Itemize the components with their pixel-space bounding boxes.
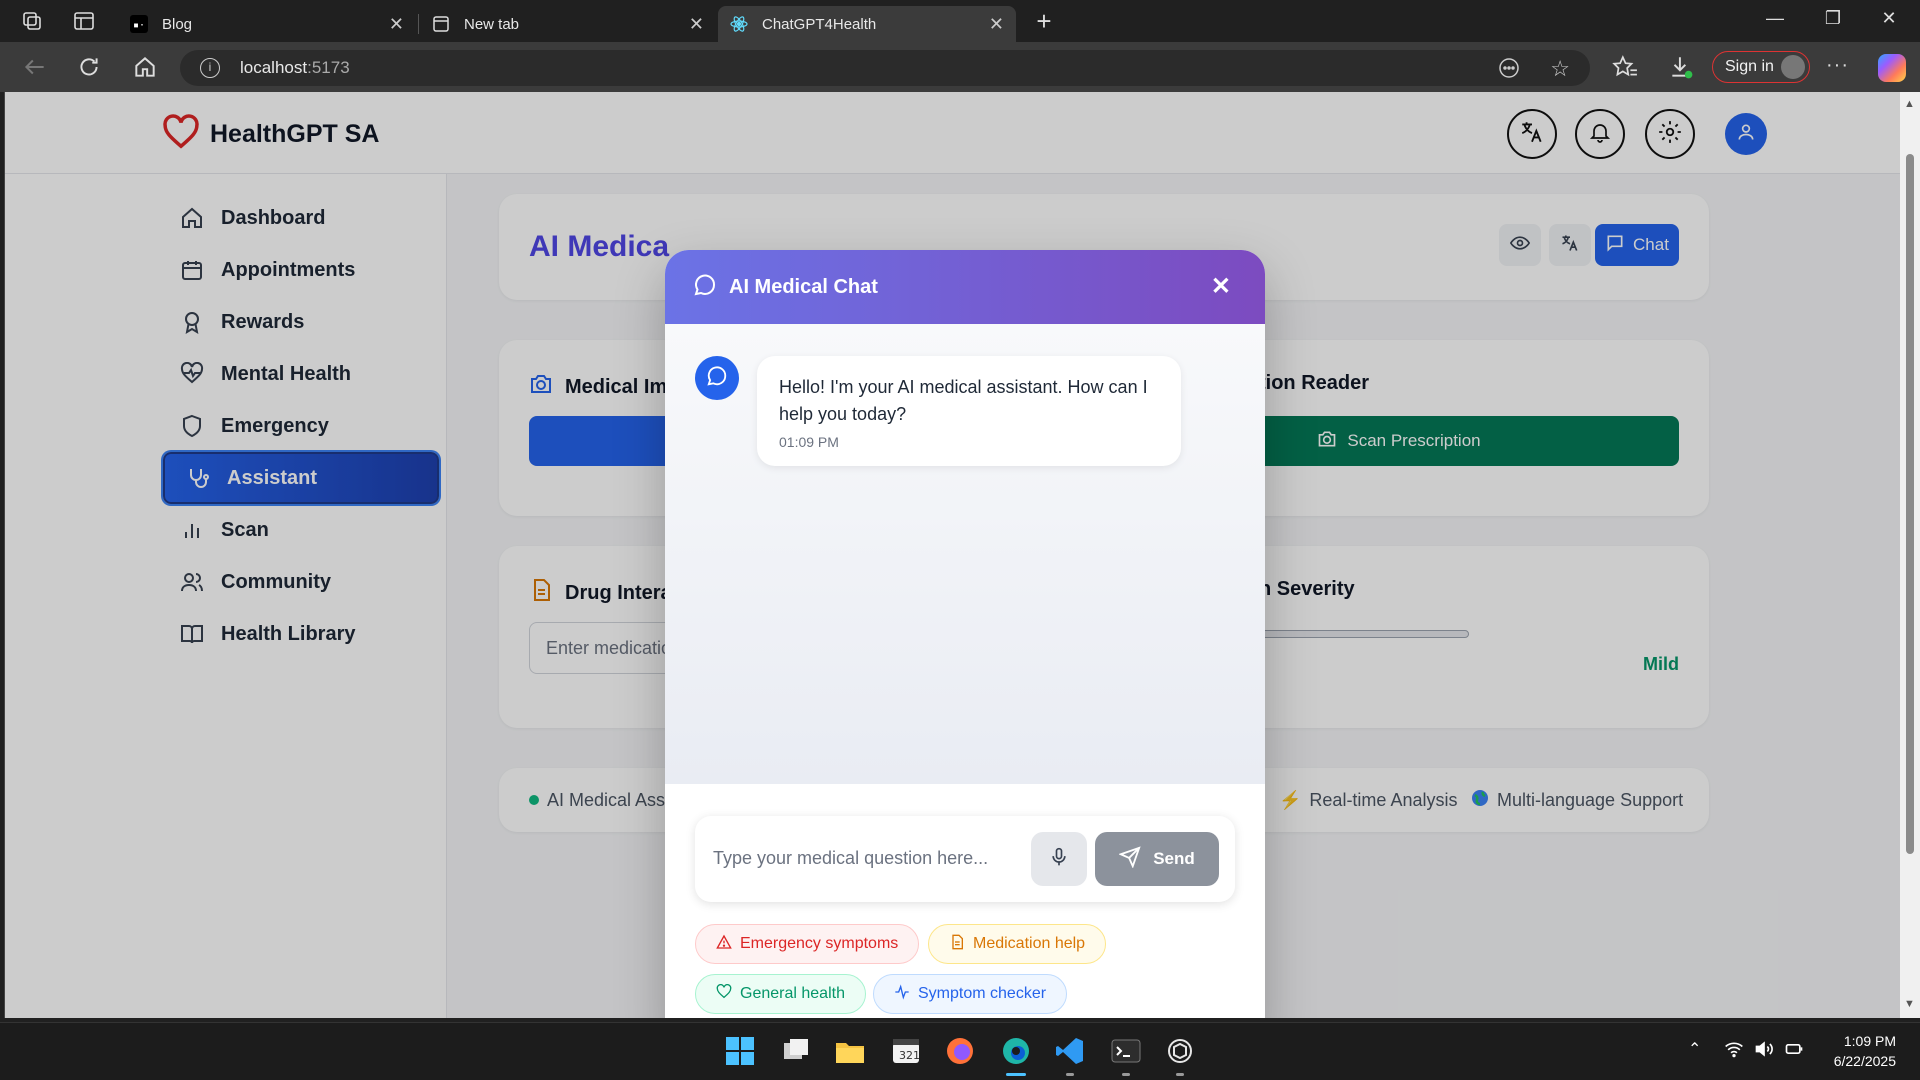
start-windows-icon[interactable] — [724, 1035, 756, 1067]
chatgpt-app-icon[interactable] — [1164, 1035, 1196, 1067]
file-text-icon — [949, 934, 965, 955]
tab-blog[interactable]: ▪· Blog ✕ — [118, 6, 416, 42]
workspaces-icon[interactable] — [20, 9, 44, 33]
more-menu-icon[interactable]: ··· — [1826, 54, 1849, 77]
chat-input[interactable]: Type your medical question here... — [713, 848, 988, 869]
back-icon[interactable] — [22, 54, 48, 80]
chip-label: Emergency symptoms — [740, 935, 899, 952]
svg-text:321: 321 — [899, 1049, 920, 1062]
microphone-icon — [1049, 847, 1069, 872]
terminal-icon[interactable] — [1110, 1035, 1142, 1067]
quick-reply-symptom-checker[interactable]: Symptom checker — [873, 974, 1068, 1014]
chat-composer: Type your medical question here... Send — [695, 816, 1235, 902]
page-viewport: HealthGPT SA Dashboard Appointments Rewa… — [4, 92, 1900, 1018]
browser-address-bar: i localhost:5173 ☆ Sign in ··· — [0, 42, 1920, 92]
close-modal-icon[interactable]: ✕ — [1211, 272, 1231, 301]
scroll-down-icon[interactable]: ▼ — [1904, 998, 1915, 1010]
file-explorer-icon[interactable] — [834, 1035, 866, 1067]
battery-icon[interactable] — [1784, 1039, 1804, 1064]
tab-chatgpt4health[interactable]: ChatGPT4Health ✕ — [718, 6, 1016, 42]
chat-modal-header: AI Medical Chat ✕ — [665, 250, 1265, 324]
assistant-message: Hello! I'm your AI medical assistant. Ho… — [757, 356, 1181, 466]
chip-label: Symptom checker — [918, 985, 1047, 1002]
message-circle-icon — [706, 365, 728, 392]
wifi-icon[interactable] — [1724, 1039, 1744, 1064]
windows-taskbar: 321 ⌃ 1:09 PM 6/22/2025 — [0, 1022, 1920, 1080]
new-tab-plus-icon[interactable]: + — [1030, 8, 1058, 36]
sign-in-label: Sign in — [1725, 58, 1774, 75]
site-info-icon[interactable]: i — [200, 58, 220, 78]
voice-input-button[interactable] — [1031, 832, 1087, 886]
downloads-icon[interactable] — [1668, 54, 1694, 80]
svg-text:▪·: ▪· — [133, 20, 145, 31]
clock-time: 1:09 PM — [1843, 1033, 1896, 1049]
message-circle-icon — [693, 273, 717, 302]
profile-avatar-icon — [1781, 55, 1805, 79]
tab-actions-icon[interactable] — [72, 9, 96, 33]
chip-label: Medication help — [973, 935, 1086, 952]
message-time: 01:09 PM — [779, 434, 839, 450]
tab-title: Blog — [162, 15, 193, 33]
new-tab-favicon-icon — [432, 15, 450, 33]
chip-label: General health — [740, 985, 845, 1002]
blog-favicon-icon: ▪· — [130, 15, 148, 33]
minimize-icon[interactable]: — — [1760, 8, 1790, 34]
firefox-icon[interactable] — [944, 1035, 976, 1067]
page-scrollbar[interactable]: ▲ ▼ — [1900, 92, 1920, 1018]
task-view-icon[interactable] — [780, 1035, 812, 1067]
close-tab-icon[interactable]: ✕ — [689, 14, 704, 35]
quick-reply-medication[interactable]: Medication help — [928, 924, 1107, 964]
tab-title: New tab — [464, 15, 520, 33]
show-hidden-icons-icon[interactable]: ⌃ — [1688, 1039, 1701, 1059]
favorites-icon[interactable] — [1612, 54, 1638, 80]
copilot-icon[interactable] — [1878, 54, 1906, 82]
video-editor-icon[interactable]: 321 — [890, 1035, 922, 1067]
send-label: Send — [1153, 849, 1195, 868]
browser-tab-bar: ▪· Blog ✕ New tab ✕ ChatGPT4Health ✕ + —… — [0, 0, 1920, 42]
url-text: localhost:5173 — [240, 58, 350, 77]
close-tab-icon[interactable]: ✕ — [389, 14, 404, 35]
restore-icon[interactable]: ❐ — [1818, 8, 1848, 34]
volume-icon[interactable] — [1754, 1039, 1774, 1064]
chat-messages: Hello! I'm your AI medical assistant. Ho… — [665, 324, 1265, 784]
chat-modal: AI Medical Chat ✕ Hello! I'm your AI med… — [665, 250, 1265, 1018]
quick-reply-emergency[interactable]: Emergency symptoms — [695, 924, 920, 964]
close-window-icon[interactable]: ✕ — [1874, 8, 1904, 34]
tab-title: ChatGPT4Health — [762, 15, 877, 33]
edge-icon[interactable] — [1000, 1035, 1032, 1067]
alert-triangle-icon — [716, 934, 732, 955]
clock-date: 6/22/2025 — [1833, 1053, 1896, 1069]
scrollbar-thumb[interactable] — [1906, 154, 1914, 854]
message-text: Hello! I'm your AI medical assistant. Ho… — [779, 377, 1148, 424]
home-icon[interactable] — [132, 54, 158, 80]
heart-icon — [716, 983, 732, 1005]
react-favicon-icon — [730, 15, 748, 33]
favorite-star-icon[interactable]: ☆ — [1550, 56, 1570, 82]
scroll-up-icon[interactable]: ▲ — [1904, 98, 1915, 110]
activity-icon — [894, 983, 910, 1005]
chat-modal-title: AI Medical Chat — [729, 275, 878, 298]
send-icon — [1118, 845, 1141, 873]
send-button[interactable]: Send — [1095, 832, 1219, 886]
system-clock[interactable]: 1:09 PM 6/22/2025 — [1834, 1031, 1896, 1071]
url-field[interactable]: i localhost:5173 ☆ — [180, 50, 1590, 86]
reading-view-icon[interactable] — [1498, 57, 1520, 84]
quick-reply-general-health[interactable]: General health — [695, 974, 866, 1014]
tab-new-tab[interactable]: New tab ✕ — [420, 6, 716, 42]
sign-in-button[interactable]: Sign in — [1712, 51, 1810, 83]
assistant-avatar — [695, 356, 739, 400]
vscode-icon[interactable] — [1054, 1035, 1086, 1067]
close-tab-icon[interactable]: ✕ — [989, 14, 1004, 35]
reload-icon[interactable] — [76, 54, 102, 80]
